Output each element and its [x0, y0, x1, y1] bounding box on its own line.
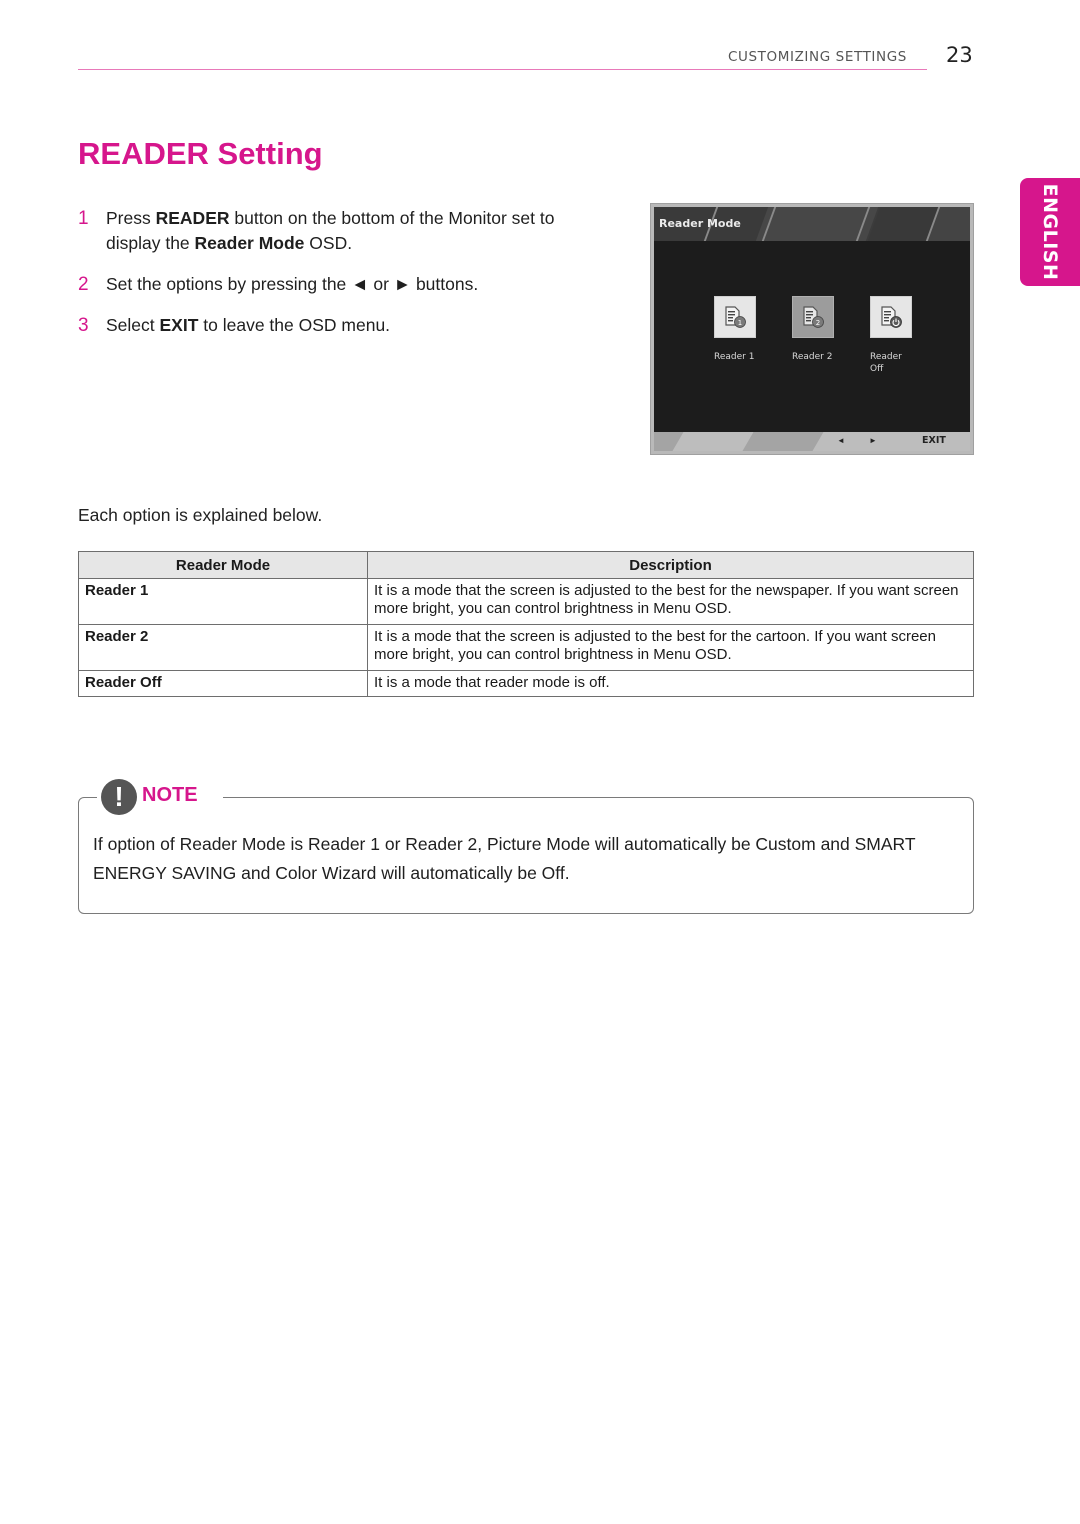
intro-text: Each option is explained below.: [78, 505, 323, 525]
table-row: Reader 2 It is a mode that the screen is…: [78, 624, 974, 671]
left-arrow-button[interactable]: ◄: [837, 436, 845, 445]
svg-text:2: 2: [816, 319, 820, 327]
language-tab-label: ENGLISH: [1039, 183, 1061, 281]
reader-1-icon: 1: [714, 296, 756, 338]
reader-mode-table: Reader Mode Description Reader 1 It is a…: [78, 551, 974, 697]
column-header: Description: [367, 551, 974, 579]
mode-cell: Reader 1: [78, 578, 368, 625]
osd-screenshot: Reader Mode 1 Reader 1 2 Reader 2 Reader…: [650, 203, 974, 455]
language-tab: ENGLISH: [1020, 178, 1080, 286]
description-cell: It is a mode that the screen is adjusted…: [367, 578, 974, 625]
step-text: Set the options by pressing the ◄ or ► b…: [106, 274, 479, 294]
osd-footer: ◄ ► EXIT: [654, 432, 970, 451]
description-cell: It is a mode that the screen is adjusted…: [367, 624, 974, 671]
osd-option-label: Reader Off: [870, 352, 902, 374]
table-row: Reader Off It is a mode that reader mode…: [78, 670, 974, 697]
osd-body: 1 Reader 1 2 Reader 2 Reader Off: [654, 241, 970, 433]
osd-option-label: Reader 1: [714, 352, 755, 362]
reader-2-icon: 2: [792, 296, 834, 338]
page-title: READER Setting: [78, 136, 323, 171]
step-item: 3 Select EXIT to leave the OSD menu.: [78, 313, 558, 338]
step-item: 2 Set the options by pressing the ◄ or ►…: [78, 272, 558, 297]
step-number: 2: [78, 274, 89, 295]
osd-option-reader-1[interactable]: 1 Reader 1: [714, 296, 758, 363]
osd-header: Reader Mode: [654, 207, 970, 241]
mode-cell: Reader 2: [78, 624, 368, 671]
table-header-row: Reader Mode Description: [78, 551, 974, 579]
svg-text:1: 1: [738, 319, 742, 327]
osd-option-reader-2[interactable]: 2 Reader 2: [792, 296, 836, 363]
osd-option-label: Reader 2: [792, 352, 833, 362]
description-cell: It is a mode that reader mode is off.: [367, 670, 974, 697]
column-header: Reader Mode: [78, 551, 368, 579]
step-list: 1 Press READER button on the bottom of t…: [78, 206, 558, 354]
table-row: Reader 1 It is a mode that the screen is…: [78, 578, 974, 625]
step-number: 1: [78, 208, 89, 229]
step-item: 1 Press READER button on the bottom of t…: [78, 206, 558, 256]
note-text: If option of Reader Mode is Reader 1 or …: [93, 834, 916, 883]
osd-option-reader-off[interactable]: Reader Off: [870, 296, 914, 375]
exclamation-icon: !: [101, 779, 137, 815]
exit-button[interactable]: EXIT: [922, 435, 946, 446]
step-text: Press READER button on the bottom of the…: [106, 208, 555, 253]
step-text: Select EXIT to leave the OSD menu.: [106, 315, 391, 335]
header-rule: [78, 69, 927, 70]
osd-title: Reader Mode: [659, 217, 741, 230]
page-number: 23: [946, 43, 973, 67]
step-number: 3: [78, 315, 89, 336]
mode-cell: Reader Off: [78, 670, 368, 697]
right-arrow-button[interactable]: ►: [869, 436, 877, 445]
note-label: NOTE: [142, 784, 198, 806]
section-title: CUSTOMIZING SETTINGS: [728, 49, 907, 65]
reader-off-icon: [870, 296, 912, 338]
